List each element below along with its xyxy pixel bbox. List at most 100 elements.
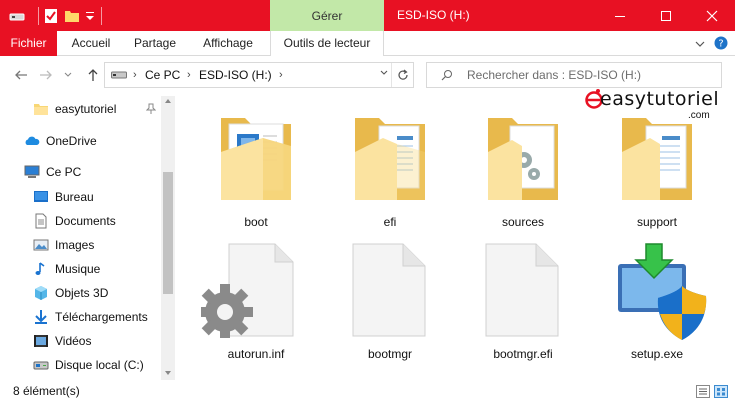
file-name: efi	[383, 215, 397, 229]
breadcrumb-separator[interactable]: ›	[187, 63, 191, 87]
details-view-icon[interactable]	[696, 385, 710, 398]
back-button[interactable]	[10, 63, 32, 87]
file-item-boot[interactable]: boot	[201, 112, 311, 232]
nav-item-images[interactable]: Images	[33, 234, 94, 256]
status-bar: 8 élément(s)	[0, 380, 735, 403]
help-icon[interactable]: ?	[714, 36, 728, 50]
folder-icon	[34, 104, 48, 115]
search-icon	[441, 70, 452, 81]
nav-scrollbar[interactable]	[161, 96, 175, 380]
chevron-down-icon	[380, 70, 388, 75]
recent-locations-button[interactable]	[60, 63, 76, 87]
documents-icon	[35, 213, 47, 229]
forward-button[interactable]	[35, 63, 57, 87]
nav-item-label: OneDrive	[46, 134, 97, 148]
blank-file-icon	[352, 243, 426, 337]
new-folder-icon[interactable]	[64, 7, 80, 25]
file-name: bootmgr.efi	[493, 347, 553, 361]
nav-item-telechargements[interactable]: Téléchargements	[33, 306, 148, 328]
nav-item-label: Disque local (C:)	[55, 358, 144, 372]
window-title: ESD-ISO (H:)	[397, 8, 470, 22]
nav-item-label: Documents	[55, 214, 116, 228]
file-item-bootmgr-efi[interactable]: bootmgr.efi	[468, 242, 578, 362]
file-item-bootmgr[interactable]: bootmgr	[335, 242, 445, 362]
video-icon	[34, 335, 48, 347]
logo-text: easytutoriel	[600, 88, 720, 110]
nav-item-label: Images	[55, 238, 95, 252]
nav-item-ce-pc[interactable]: Ce PC	[24, 161, 81, 183]
drive-icon	[33, 361, 49, 370]
file-item-sources[interactable]: sources	[468, 112, 578, 232]
nav-item-label: easytutoriel	[55, 102, 117, 116]
properties-icon[interactable]	[43, 7, 59, 25]
arrow-up-icon	[88, 69, 98, 81]
nav-item-objets-3d[interactable]: Objets 3D	[33, 282, 108, 304]
drive-icon[interactable]	[9, 7, 25, 25]
scroll-up-icon[interactable]	[164, 98, 172, 104]
cube-3d-icon	[35, 286, 47, 300]
nav-item-easytutoriel[interactable]: easytutoriel	[33, 98, 116, 120]
setup-installer-icon	[618, 243, 707, 340]
svg-text:?: ?	[718, 39, 723, 50]
nav-item-bureau[interactable]: Bureau	[33, 186, 94, 208]
tab-partage[interactable]: Partage	[126, 31, 184, 56]
navigation-pane: easytutoriel OneDrive Ce PC Bureau Docum…	[0, 92, 175, 380]
pin-icon[interactable]	[146, 103, 156, 115]
nav-item-disque-local[interactable]: Disque local (C:)	[33, 354, 144, 376]
nav-item-musique[interactable]: Musique	[33, 258, 100, 280]
file-item-efi[interactable]: efi	[335, 112, 445, 232]
breadcrumb-separator[interactable]: ›	[279, 63, 283, 87]
tab-affichage[interactable]: Affichage	[194, 31, 262, 56]
title-bar: Gérer ESD-ISO (H:)	[0, 0, 735, 31]
ribbon-tabs: Fichier Accueil Partage Affichage Outils…	[0, 31, 735, 56]
file-name: setup.exe	[630, 347, 684, 361]
refresh-button[interactable]	[391, 63, 413, 87]
nav-item-label: Ce PC	[46, 165, 82, 179]
folder-icon	[488, 118, 558, 200]
breadcrumb-separator[interactable]: ›	[133, 63, 137, 87]
breadcrumb-esd-iso[interactable]: ESD-ISO (H:)	[199, 63, 272, 87]
folder-icon	[221, 118, 291, 200]
file-name: sources	[501, 215, 545, 229]
nav-item-videos[interactable]: Vidéos	[33, 330, 91, 352]
breadcrumb-ce-pc[interactable]: Ce PC	[145, 63, 180, 87]
chevron-down-icon[interactable]	[694, 39, 706, 49]
tab-accueil[interactable]: Accueil	[62, 31, 120, 56]
minimize-button[interactable]	[597, 0, 643, 31]
download-icon	[35, 310, 47, 324]
file-name: autorun.inf	[227, 347, 285, 361]
file-name: support	[636, 215, 678, 229]
close-icon	[706, 10, 718, 21]
blank-file-icon	[485, 243, 559, 337]
maximize-button[interactable]	[643, 0, 689, 31]
nav-scrollbar-thumb[interactable]	[163, 172, 173, 294]
nav-item-label: Bureau	[55, 190, 94, 204]
nav-item-documents[interactable]: Documents	[33, 210, 116, 232]
minimize-icon	[615, 15, 625, 17]
folder-icon	[622, 118, 692, 200]
file-item-setup-exe[interactable]: setup.exe	[602, 242, 712, 362]
tab-gerer[interactable]: Gérer	[270, 0, 384, 31]
nav-item-onedrive[interactable]: OneDrive	[24, 130, 97, 152]
up-button[interactable]	[82, 63, 104, 87]
tab-outils-de-lecteur[interactable]: Outils de lecteur	[270, 31, 384, 56]
close-button[interactable]	[689, 0, 735, 31]
address-bar[interactable]: › Ce PC › ESD-ISO (H:) ›	[104, 62, 414, 88]
drive-icon	[111, 71, 127, 79]
file-item-autorun-inf[interactable]: autorun.inf	[201, 242, 311, 362]
nav-item-label: Vidéos	[55, 334, 92, 348]
cloud-icon	[25, 136, 40, 145]
arrow-right-icon	[40, 70, 52, 80]
large-icons-view-icon[interactable]	[714, 385, 728, 398]
nav-item-label: Objets 3D	[55, 286, 109, 300]
tab-gerer-label: Gérer	[311, 8, 343, 23]
scroll-down-icon[interactable]	[164, 370, 172, 376]
desktop-icon	[34, 191, 48, 202]
quick-access-dropdown-icon[interactable]	[85, 7, 95, 25]
maximize-icon	[661, 10, 671, 21]
nav-item-label: Musique	[55, 262, 101, 276]
file-item-support[interactable]: support	[602, 112, 712, 232]
tab-fichier[interactable]: Fichier	[0, 31, 57, 56]
file-name: bootmgr	[367, 347, 413, 361]
folder-icon	[355, 118, 425, 200]
